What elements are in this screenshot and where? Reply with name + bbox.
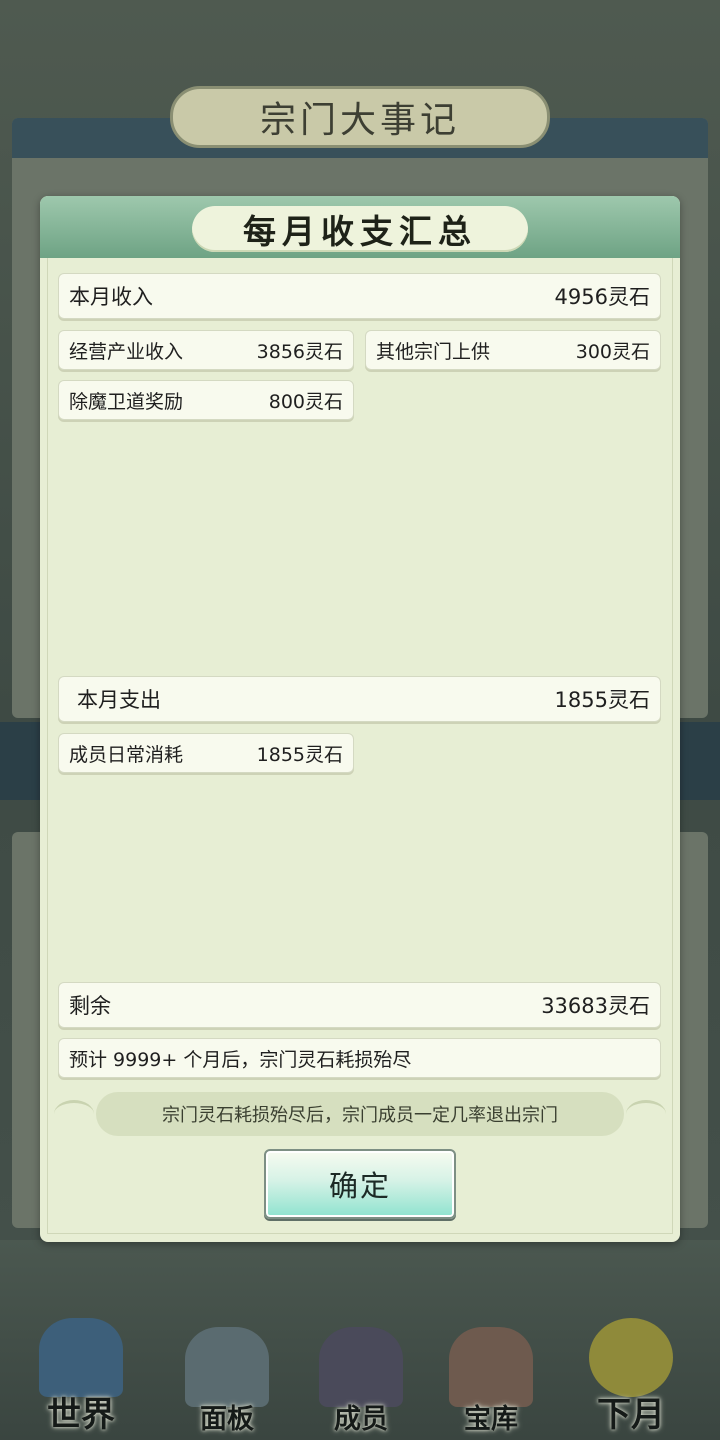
income-item-value: 800灵石 — [268, 390, 343, 413]
nav-treasury-label: 宝库 — [464, 1404, 518, 1435]
expense-item-row: 成员日常消耗 1855灵石 — [58, 733, 354, 773]
nav-world[interactable]: 世界 — [26, 1318, 136, 1436]
income-item-row: 其他宗门上供 300灵石 — [365, 330, 661, 370]
income-item-value: 300灵石 — [575, 340, 650, 363]
panel-gate-icon — [185, 1327, 269, 1407]
remaining-label: 剩余 — [69, 994, 111, 1018]
treasury-tower-icon — [449, 1327, 533, 1407]
nav-panel-label: 面板 — [200, 1404, 254, 1435]
income-item-label: 除魔卫道奖励 — [69, 390, 184, 413]
confirm-button[interactable]: 确定 — [264, 1149, 456, 1219]
warning-banner: 宗门灵石耗损殆尽后，宗门成员一定几率退出宗门 — [54, 1092, 666, 1136]
world-pavilion-icon — [39, 1318, 123, 1397]
nav-world-label: 世界 — [47, 1395, 115, 1435]
income-total-value: 4956灵石 — [554, 285, 650, 309]
expense-item-value: 1855灵石 — [256, 743, 343, 766]
forecast-row: 预计 9999+ 个月后，宗门灵石耗损殆尽 — [58, 1038, 661, 1078]
expense-item-label: 成员日常消耗 — [69, 743, 184, 766]
remaining-row: 剩余 33683灵石 — [58, 982, 661, 1028]
nav-next-month-label: 下月 — [597, 1395, 665, 1435]
income-total-label: 本月收入 — [69, 285, 153, 309]
cloud-ornament-left-icon — [54, 1100, 94, 1128]
income-total-row: 本月收入 4956灵石 — [58, 273, 661, 319]
nav-members[interactable]: 成员 — [306, 1318, 416, 1436]
expense-total-label: 本月支出 — [77, 688, 161, 712]
expense-total-value: 1855灵石 — [554, 688, 650, 712]
warning-text: 宗门灵石耗损殆尽后，宗门成员一定几率退出宗门 — [96, 1092, 624, 1136]
event-log-title: 宗门大事记 — [170, 86, 550, 148]
income-item-value: 3856灵石 — [256, 340, 343, 363]
remaining-value: 33683灵石 — [541, 994, 650, 1018]
nav-treasury[interactable]: 宝库 — [436, 1318, 546, 1436]
nav-members-label: 成员 — [334, 1404, 388, 1435]
income-item-row: 经营产业收入 3856灵石 — [58, 330, 354, 370]
income-item-label: 其他宗门上供 — [376, 340, 491, 363]
dialog-title: 每月收支汇总 — [192, 206, 528, 252]
forecast-text: 预计 9999+ 个月后，宗门灵石耗损殆尽 — [69, 1048, 412, 1071]
nav-next-month[interactable]: 下月 — [576, 1318, 686, 1436]
crescent-moon-icon — [589, 1318, 673, 1397]
income-item-row: 除魔卫道奖励 800灵石 — [58, 380, 354, 420]
expense-total-row: 本月支出 1855灵石 — [58, 676, 661, 722]
monthly-summary-dialog: 每月收支汇总 本月收入 4956灵石 经营产业收入 3856灵石 其他宗门上供 … — [40, 196, 680, 1242]
nav-panel[interactable]: 面板 — [172, 1318, 282, 1436]
cloud-ornament-right-icon — [626, 1100, 666, 1128]
member-portrait-icon — [319, 1327, 403, 1407]
income-item-label: 经营产业收入 — [69, 340, 184, 363]
